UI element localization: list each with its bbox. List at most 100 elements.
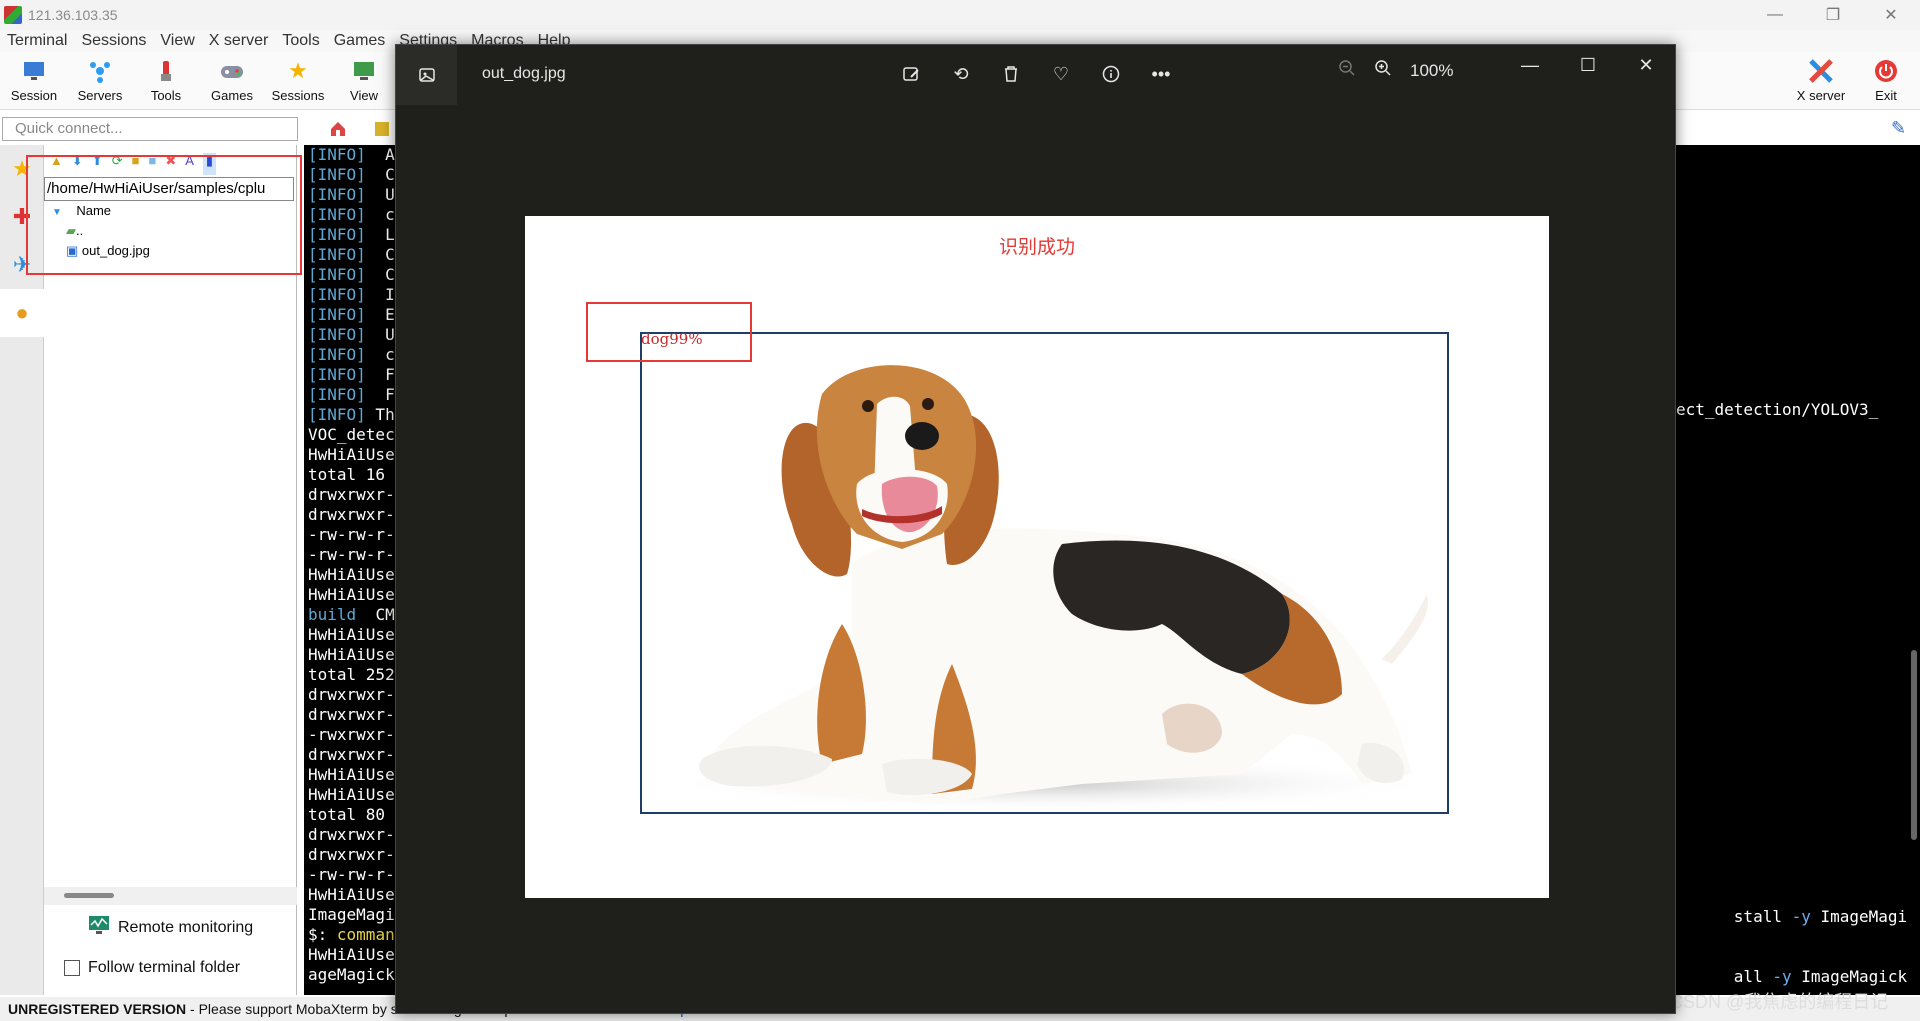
power-icon [1873, 58, 1899, 84]
detection-bounding-box [640, 332, 1449, 814]
info-tag: [INFO] [308, 205, 366, 224]
info-tag: [INFO] [308, 305, 366, 324]
games-icon [219, 58, 245, 84]
info-tag: [INFO] [308, 285, 366, 304]
menu-view[interactable]: View [153, 30, 201, 52]
dog-illustration [662, 365, 1442, 812]
viewer-toolbar: ⟲ ♡ ••• [896, 59, 1176, 89]
terminal-line-text: C [365, 265, 395, 284]
zoom-out-icon[interactable] [1338, 59, 1356, 82]
terminal-path-fragment: ect_detection/YOLOV3_ [1676, 400, 1879, 419]
view-button[interactable]: View [335, 56, 393, 103]
terminal-tab-icon[interactable] [375, 122, 389, 136]
info-tag: [INFO] [308, 365, 366, 384]
sftp-side-icon[interactable]: ● [0, 289, 44, 337]
games-button[interactable]: Games [203, 56, 261, 103]
servers-icon [87, 58, 113, 84]
xserver-button[interactable]: X server [1790, 56, 1852, 103]
viewer-zoom-controls: 100% [1338, 59, 1453, 82]
terminal-line-text: F [365, 365, 395, 384]
close-button[interactable]: ✕ [1862, 0, 1920, 30]
info-tag: [INFO] [308, 345, 366, 364]
menu-tools[interactable]: Tools [275, 30, 326, 52]
terminal-line-text: Th [365, 405, 395, 424]
session-icon [21, 58, 47, 84]
terminal-line-text: E [365, 305, 395, 324]
terminal-line-text: U [365, 325, 395, 344]
monitor-icon [88, 915, 110, 940]
menu-terminal[interactable]: Terminal [0, 30, 74, 52]
terminal-line-text: U [365, 185, 395, 204]
zoom-in-icon[interactable] [1374, 59, 1392, 82]
edit-image-icon[interactable] [896, 59, 926, 89]
terminal-line-text: c [365, 205, 395, 224]
displayed-image: 识别成功 dog99% [525, 216, 1549, 898]
quick-connect-input[interactable]: Quick connect... [2, 117, 298, 141]
follow-terminal-checkbox[interactable]: Follow terminal folder [64, 959, 240, 977]
unregistered-label: UNREGISTERED VERSION [8, 1001, 187, 1017]
restore-button[interactable]: ❐ [1804, 0, 1862, 30]
info-icon[interactable] [1096, 59, 1126, 89]
session-button[interactable]: Session [5, 56, 63, 103]
info-tag: [INFO] [308, 145, 366, 164]
terminal-scrollbar[interactable] [1908, 145, 1920, 995]
tools-icon [153, 58, 179, 84]
checkbox-box[interactable] [64, 960, 80, 976]
viewer-maximize-button[interactable]: ☐ [1559, 45, 1617, 85]
annotation-highlight-box [26, 155, 302, 275]
window-title: 121.36.103.35 [28, 7, 118, 23]
terminal-line-text: C [365, 165, 395, 184]
terminal-line-text: A [365, 145, 395, 164]
xserver-icon [1808, 58, 1834, 84]
terminal-line-text: c [365, 345, 395, 364]
image-title-text: 识别成功 [998, 237, 1075, 258]
info-tag: [INFO] [308, 165, 366, 184]
info-tag: [INFO] [308, 325, 366, 344]
terminal-line-text: CM [356, 605, 395, 624]
terminal-line-text: L [365, 225, 395, 244]
watermark: CSDN @我焦虑的编程日记 [1670, 992, 1889, 1012]
zoom-level[interactable]: 100% [1410, 61, 1453, 81]
mobaxterm-window: 121.36.103.35 — ❐ ✕ Terminal Sessions Vi… [0, 0, 1920, 1021]
menu-games[interactable]: Games [327, 30, 393, 52]
install-flag: -y [1772, 967, 1792, 986]
tools-button[interactable]: Tools [137, 56, 195, 103]
gallery-icon[interactable] [396, 45, 457, 105]
info-tag: [INFO] [308, 405, 366, 424]
viewer-header: out_dog.jpg ⟲ ♡ ••• 100% — ☐ ✕ [396, 45, 1675, 105]
star-icon: ★ [288, 58, 308, 83]
scrollbar-thumb[interactable] [64, 893, 114, 898]
dir-name: build [308, 605, 357, 624]
terminal-scroll-thumb[interactable] [1911, 650, 1917, 840]
attach-icon[interactable]: ✎ [1891, 118, 1906, 139]
sessions-button[interactable]: ★ Sessions [269, 56, 327, 103]
viewer-minimize-button[interactable]: — [1501, 45, 1559, 85]
info-tag: [INFO] [308, 385, 366, 404]
favorite-icon[interactable]: ♡ [1046, 59, 1076, 89]
minimize-button[interactable]: — [1746, 0, 1804, 30]
info-tag: [INFO] [308, 265, 366, 284]
menu-sessions[interactable]: Sessions [74, 30, 153, 52]
mobaxterm-logo-icon [4, 6, 22, 24]
photo-viewer-window: out_dog.jpg ⟲ ♡ ••• 100% — ☐ ✕ 识别成功 dog9… [395, 44, 1676, 1014]
command-text: comman [336, 925, 395, 944]
info-tag: [INFO] [308, 185, 366, 204]
viewer-filename: out_dog.jpg [482, 65, 566, 82]
info-tag: [INFO] [308, 245, 366, 264]
home-tab-icon[interactable] [329, 120, 347, 138]
remote-monitoring-button[interactable]: Remote monitoring [88, 915, 253, 940]
terminal-line-text: I [365, 285, 395, 304]
info-tag: [INFO] [308, 225, 366, 244]
rotate-icon[interactable]: ⟲ [946, 59, 976, 89]
prompt-symbol: $: [308, 925, 337, 944]
title-bar: 121.36.103.35 — ❐ ✕ [0, 0, 1920, 30]
install-flag: -y [1791, 907, 1811, 926]
more-options-icon[interactable]: ••• [1146, 59, 1176, 89]
terminal-line-text: F [365, 385, 395, 404]
exit-button[interactable]: Exit [1858, 56, 1914, 103]
viewer-window-controls: — ☐ ✕ [1501, 45, 1675, 85]
menu-xserver[interactable]: X server [202, 30, 276, 52]
viewer-close-button[interactable]: ✕ [1617, 45, 1675, 85]
servers-button[interactable]: Servers [71, 56, 129, 103]
delete-icon[interactable] [996, 59, 1026, 89]
